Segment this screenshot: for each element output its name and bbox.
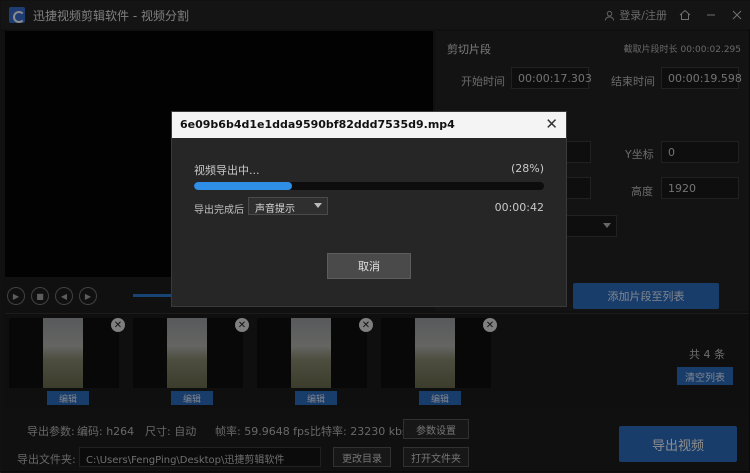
elapsed-time: 00:00:42 <box>494 201 544 214</box>
after-export-label: 导出完成后 <box>194 205 244 216</box>
dialog-close-icon[interactable]: ✕ <box>545 116 558 132</box>
app-window: 迅捷视频剪辑软件 - 视频分割 登录/注册 ▶ ■ ◀ ▶ 剪切片段 截取片段时… <box>0 0 750 473</box>
export-progress-bar <box>194 182 544 190</box>
after-export-value: 声音提示 <box>255 204 295 215</box>
cancel-button[interactable]: 取消 <box>327 253 411 279</box>
export-percent: (28%) <box>510 162 544 175</box>
dialog-header: 6e09b6b4d1e1dda9590bf82ddd7535d9.mp4 ✕ <box>172 112 566 138</box>
after-export-select[interactable]: 声音提示 <box>248 197 328 215</box>
export-status: 视频导出中... <box>194 164 260 177</box>
progress-fill <box>194 182 292 190</box>
chevron-down-icon <box>314 203 322 208</box>
dialog-title: 6e09b6b4d1e1dda9590bf82ddd7535d9.mp4 <box>180 118 455 131</box>
export-progress-dialog: 6e09b6b4d1e1dda9590bf82ddd7535d9.mp4 ✕ 视… <box>171 111 567 307</box>
